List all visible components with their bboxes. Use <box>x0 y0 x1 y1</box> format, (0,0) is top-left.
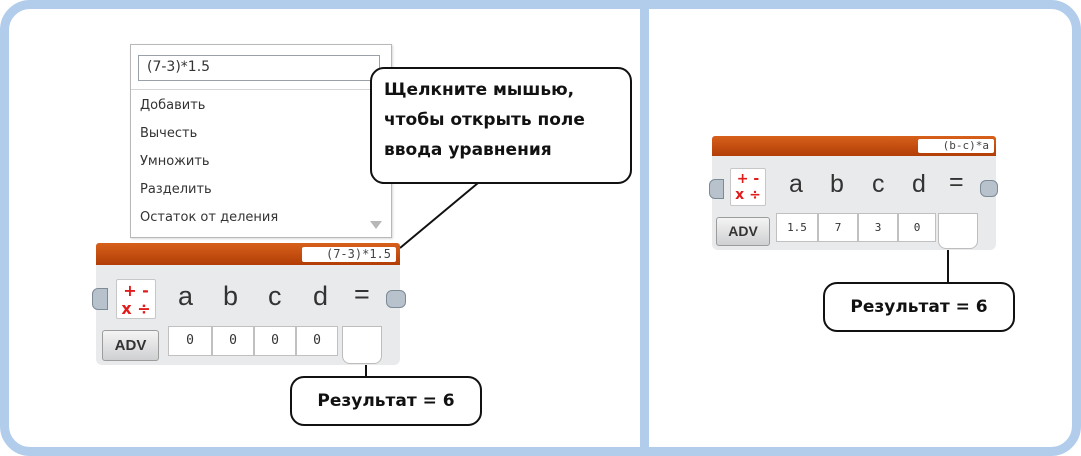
operator-top-symbols: + - <box>123 281 149 300</box>
math-operator-icon[interactable]: + - x ÷ <box>730 168 766 206</box>
math-operator-icon[interactable]: + - x ÷ <box>116 279 156 319</box>
equation-label[interactable]: (b-c)*a <box>918 139 994 153</box>
math-block-left[interactable]: (7-3)*1.5 + - x ÷ a b c d = ADV 0 0 0 0 <box>92 243 406 367</box>
param-label-b: b <box>223 281 239 311</box>
block-title-bar[interactable]: (7-3)*1.5 <box>96 243 400 265</box>
value-input-c[interactable]: 0 <box>254 326 296 356</box>
param-label-equals: = <box>354 279 370 309</box>
value-input-b[interactable]: 7 <box>818 213 858 242</box>
input-port-icon <box>92 288 108 310</box>
dropdown-separator <box>131 89 389 90</box>
value-input-d[interactable]: 0 <box>898 213 936 242</box>
value-input-a[interactable]: 0 <box>168 326 212 356</box>
param-label-d: d <box>313 281 329 311</box>
param-label-d: d <box>912 170 926 198</box>
result-output-plug[interactable] <box>938 213 978 249</box>
param-label-a: a <box>789 170 803 198</box>
param-label-c: c <box>872 170 885 198</box>
param-label-a: a <box>178 281 194 311</box>
menu-item-add[interactable]: Добавить <box>140 98 205 113</box>
output-port-icon <box>386 290 406 308</box>
equation-label[interactable]: (7-3)*1.5 <box>302 247 396 262</box>
value-input-b[interactable]: 0 <box>212 326 254 356</box>
panel-divider <box>640 0 649 456</box>
scroll-down-icon[interactable] <box>370 221 382 229</box>
callout-open-equation: Щелкните мышью, чтобы открыть поле ввода… <box>370 67 632 184</box>
callout-result-left: Результат = 6 <box>290 376 482 426</box>
output-port-icon <box>980 180 998 197</box>
operator-bottom-symbols: x ÷ <box>121 299 151 318</box>
param-label-c: c <box>268 281 282 311</box>
menu-item-subtract[interactable]: Вычесть <box>140 126 197 141</box>
param-label-equals: = <box>949 168 964 196</box>
operator-bottom-symbols: x ÷ <box>735 187 761 203</box>
callout-result-right: Результат = 6 <box>823 282 1015 332</box>
math-block-right[interactable]: (b-c)*a + - x ÷ a b c d = ADV 1.5 7 3 0 <box>709 136 1012 256</box>
value-input-d[interactable]: 0 <box>296 326 338 356</box>
block-title-bar[interactable]: (b-c)*a <box>712 136 996 156</box>
value-input-a[interactable]: 1.5 <box>776 213 818 242</box>
value-input-c[interactable]: 3 <box>858 213 898 242</box>
adv-mode-button[interactable]: ADV <box>716 217 770 246</box>
operator-top-symbols: + - <box>736 171 760 187</box>
param-label-b: b <box>830 170 844 198</box>
result-output-plug[interactable] <box>342 326 382 364</box>
menu-item-divide[interactable]: Разделить <box>140 182 212 197</box>
equation-input[interactable]: (7-3)*1.5 <box>138 55 380 81</box>
adv-mode-button[interactable]: ADV <box>102 330 159 361</box>
equation-dropdown[interactable]: (7-3)*1.5 Добавить Вычесть Умножить Разд… <box>130 44 392 238</box>
input-port-icon <box>709 179 724 199</box>
menu-item-multiply[interactable]: Умножить <box>140 154 210 169</box>
menu-item-modulo[interactable]: Остаток от деления <box>140 210 278 225</box>
